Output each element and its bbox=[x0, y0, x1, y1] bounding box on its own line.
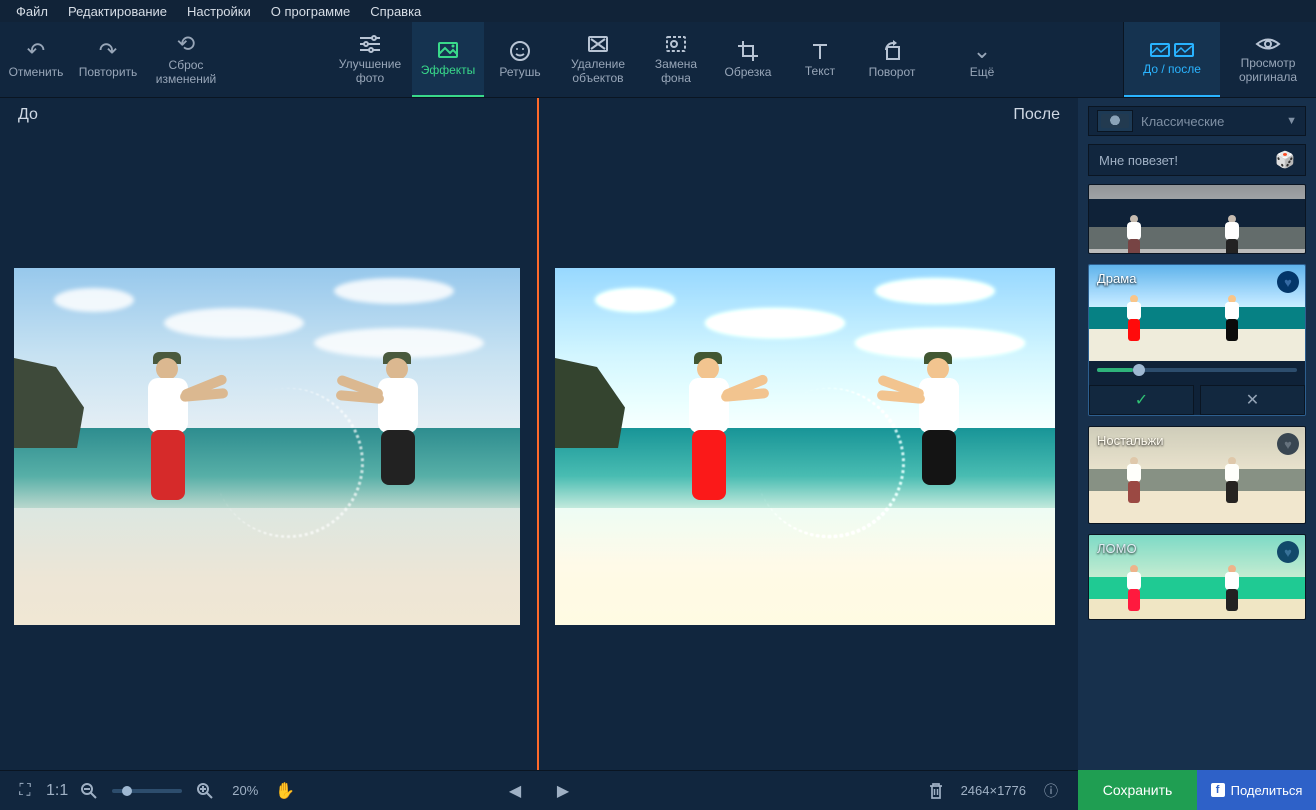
tool-rotate[interactable]: Поворот bbox=[856, 22, 928, 97]
effect-preset-nostalgia[interactable]: Ностальжи ♥ bbox=[1088, 426, 1306, 524]
zoom-out-button[interactable] bbox=[74, 776, 104, 806]
effect-preset[interactable] bbox=[1088, 184, 1306, 254]
eye-icon bbox=[1255, 35, 1281, 53]
fullscreen-button[interactable]: ⛶ bbox=[10, 776, 40, 806]
hand-tool-button[interactable]: ✋ bbox=[270, 776, 300, 806]
cancel-effect-button[interactable]: ✕ bbox=[1200, 385, 1305, 415]
category-label: Классические bbox=[1141, 114, 1224, 129]
favorite-toggle[interactable]: ♥ bbox=[1277, 541, 1299, 563]
menu-about[interactable]: О программе bbox=[261, 4, 361, 19]
next-image-button[interactable]: ▶ bbox=[548, 776, 578, 806]
lucky-label: Мне повезет! bbox=[1099, 153, 1178, 168]
tool-crop[interactable]: Обрезка bbox=[712, 22, 784, 97]
main-toolbar: ↶ Отменить ↷ Повторить ⟲ Сбросизменений … bbox=[0, 22, 1316, 98]
effects-icon bbox=[436, 40, 460, 60]
menu-edit[interactable]: Редактирование bbox=[58, 4, 177, 19]
chevron-down-icon: ⌄ bbox=[973, 40, 991, 62]
delete-button[interactable] bbox=[921, 776, 951, 806]
preset-label: ЛОМО bbox=[1097, 541, 1137, 556]
tool-change-bg[interactable]: Заменафона bbox=[640, 22, 712, 97]
workspace: До После bbox=[0, 98, 1078, 770]
dice-icon: 🎲 bbox=[1275, 150, 1295, 170]
before-view[interactable] bbox=[14, 98, 520, 770]
action-bar: Сохранить f Поделиться bbox=[1078, 770, 1316, 810]
apply-effect-button[interactable]: ✓ bbox=[1089, 385, 1194, 415]
lucky-button[interactable]: Мне повезет! 🎲 bbox=[1088, 144, 1306, 176]
redo-icon: ↷ bbox=[99, 40, 117, 62]
zoom-in-button[interactable] bbox=[190, 776, 220, 806]
effects-panel: Классические ▼ Мне повезет! 🎲 Драма ♥ bbox=[1078, 98, 1316, 770]
reset-button[interactable]: ⟲ Сбросизменений bbox=[144, 22, 228, 97]
tool-effects[interactable]: Эффекты bbox=[412, 22, 484, 97]
background-icon bbox=[664, 34, 688, 54]
undo-button[interactable]: ↶ Отменить bbox=[0, 22, 72, 97]
preset-label: Ностальжи bbox=[1097, 433, 1163, 448]
compare-divider[interactable] bbox=[537, 98, 539, 770]
category-thumb-icon bbox=[1097, 110, 1133, 132]
facebook-icon: f bbox=[1211, 783, 1225, 797]
view-original-toggle[interactable]: Просмотроригинала bbox=[1220, 22, 1316, 97]
before-after-toggle[interactable]: До / после bbox=[1124, 22, 1220, 97]
tool-enhance[interactable]: Улучшениефото bbox=[328, 22, 412, 97]
sliders-icon bbox=[358, 34, 382, 54]
menu-file[interactable]: Файл bbox=[6, 4, 58, 19]
menu-help[interactable]: Справка bbox=[360, 4, 431, 19]
effect-preset-drama[interactable]: Драма ♥ ✓ ✕ bbox=[1088, 264, 1306, 416]
undo-icon: ↶ bbox=[27, 40, 45, 62]
menu-settings[interactable]: Настройки bbox=[177, 4, 261, 19]
share-button[interactable]: f Поделиться bbox=[1197, 770, 1316, 810]
reset-icon: ⟲ bbox=[177, 33, 195, 55]
save-button[interactable]: Сохранить bbox=[1078, 770, 1197, 810]
actual-size-button[interactable]: 1:1 bbox=[40, 776, 74, 806]
zoom-percent: 20% bbox=[232, 783, 258, 798]
effect-intensity-slider[interactable] bbox=[1089, 361, 1305, 379]
preset-label: Драма bbox=[1097, 271, 1136, 286]
chevron-down-icon: ▼ bbox=[1286, 115, 1297, 127]
favorite-toggle[interactable]: ♥ bbox=[1277, 433, 1299, 455]
effect-preset-lomo[interactable]: ЛОМО ♥ bbox=[1088, 534, 1306, 620]
face-icon bbox=[509, 40, 531, 62]
erase-object-icon bbox=[586, 34, 610, 54]
after-view[interactable] bbox=[555, 98, 1055, 770]
tool-retouch[interactable]: Ретушь bbox=[484, 22, 556, 97]
tool-more[interactable]: ⌄ Ещё bbox=[946, 22, 1018, 97]
tool-remove-object[interactable]: Удалениеобъектов bbox=[556, 22, 640, 97]
menu-bar: Файл Редактирование Настройки О программ… bbox=[0, 0, 1316, 22]
favorite-toggle[interactable]: ♥ bbox=[1277, 271, 1299, 293]
info-button[interactable]: ⓘ bbox=[1036, 776, 1066, 806]
image-dimensions: 2464×1776 bbox=[961, 783, 1026, 798]
compare-icon bbox=[1150, 41, 1194, 59]
tool-text[interactable]: Текст bbox=[784, 22, 856, 97]
status-bar: ⛶ 1:1 20% ✋ ◀ ▶ 2464×1776 ⓘ bbox=[0, 770, 1078, 810]
crop-icon bbox=[737, 40, 759, 62]
prev-image-button[interactable]: ◀ bbox=[500, 776, 530, 806]
share-label: Поделиться bbox=[1231, 783, 1303, 798]
effect-category-dropdown[interactable]: Классические ▼ bbox=[1088, 106, 1306, 136]
redo-button[interactable]: ↷ Повторить bbox=[72, 22, 144, 97]
rotate-icon bbox=[880, 40, 904, 62]
text-icon bbox=[809, 41, 831, 61]
zoom-slider[interactable] bbox=[112, 789, 182, 793]
